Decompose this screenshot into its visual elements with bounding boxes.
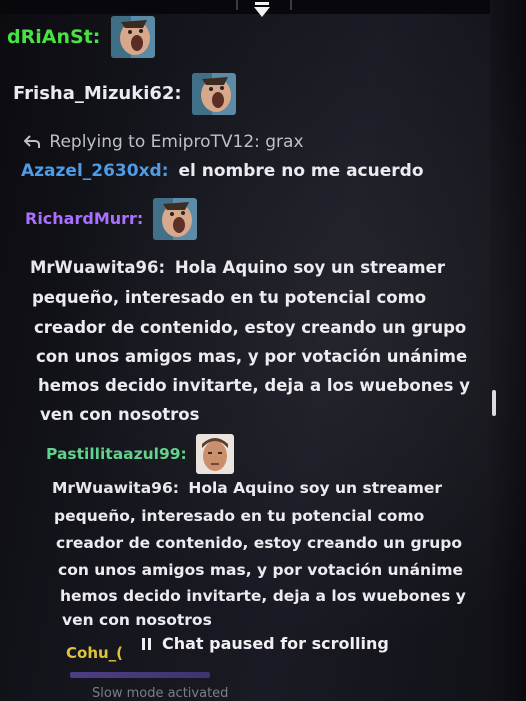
chat-message: Frisha_Mizuki62: <box>13 73 236 115</box>
chat-username[interactable]: Pastillitaazul99: <box>46 445 187 463</box>
slow-mode-notice: Slow mode activated <box>92 686 229 701</box>
screaming-face-emote[interactable] <box>152 198 197 240</box>
chat-message: Azazel_2630xd: el nombre no me acuerdo <box>21 161 424 181</box>
message-line: hemos decido invitarte, deja a los wuebo… <box>60 587 466 605</box>
chat-username[interactable]: dRiAnSt: <box>7 26 100 48</box>
message-line: con unos amigos mas, y por votación unán… <box>58 561 464 579</box>
chat-username[interactable]: Cohu_( <box>66 644 123 662</box>
chat-username[interactable]: Frisha_Mizuki62: <box>13 83 182 104</box>
chat-screen: dRiAnSt: Frisha_Mizuki62: Replying to Em… <box>0 0 526 701</box>
chat-paused-text: Chat paused for scrolling <box>162 634 389 653</box>
message-line: pequeño, interesado en tu potencial como <box>32 288 427 307</box>
chat-paused-banner[interactable]: Chat paused for scrolling <box>142 634 389 654</box>
message-line: creador de contenido, estoy creando un g… <box>34 318 467 337</box>
monitor-bezel <box>490 0 526 701</box>
reply-header[interactable]: Replying to EmiproTV12: grax <box>24 132 304 152</box>
message-line: con unos amigos mas, y por votación unán… <box>36 347 468 366</box>
message-line: MrWuawita96: Hola Aquino soy un streamer <box>30 258 445 277</box>
chat-username[interactable]: RichardMurr: <box>25 209 143 228</box>
chat-message: RichardMurr: <box>25 198 197 240</box>
message-line: hemos decido invitarte, deja a los wuebo… <box>38 376 470 395</box>
chat-username[interactable]: Azazel_2630xd: <box>21 161 169 181</box>
message-text: Hola Aquino soy un streamer <box>188 479 443 497</box>
chat-message: dRiAnSt: <box>7 16 155 58</box>
chat-username[interactable]: MrWuawita96: <box>30 258 165 277</box>
message-line: ven con nosotros <box>62 611 212 629</box>
hidden-message-fragment <box>70 672 210 678</box>
chat-username[interactable]: MrWuawita96: <box>52 479 179 497</box>
chat-message: Cohu_( <box>66 644 127 662</box>
message-line: creador de contenido, estoy creando un g… <box>56 534 463 552</box>
message-text: Hola Aquino soy un streamer <box>174 258 445 277</box>
pause-icon <box>142 635 154 654</box>
message-text: el nombre no me acuerdo <box>178 161 424 181</box>
reply-arrow-icon <box>24 135 40 148</box>
chat-message: Pastillitaazul99: <box>46 434 235 474</box>
reply-text: Replying to EmiproTV12: grax <box>49 132 304 152</box>
screaming-face-emote[interactable] <box>110 16 155 58</box>
face-photo-emote[interactable] <box>196 434 235 474</box>
message-line: pequeño, interesado en tu potencial como <box>54 507 425 525</box>
message-line: MrWuawita96: Hola Aquino soy un streamer <box>52 479 442 497</box>
chat-scrollbar[interactable] <box>492 390 496 416</box>
chat-messages[interactable]: dRiAnSt: Frisha_Mizuki62: Replying to Em… <box>0 0 526 701</box>
message-line: ven con nosotros <box>40 405 200 424</box>
screaming-face-emote[interactable] <box>191 73 236 115</box>
